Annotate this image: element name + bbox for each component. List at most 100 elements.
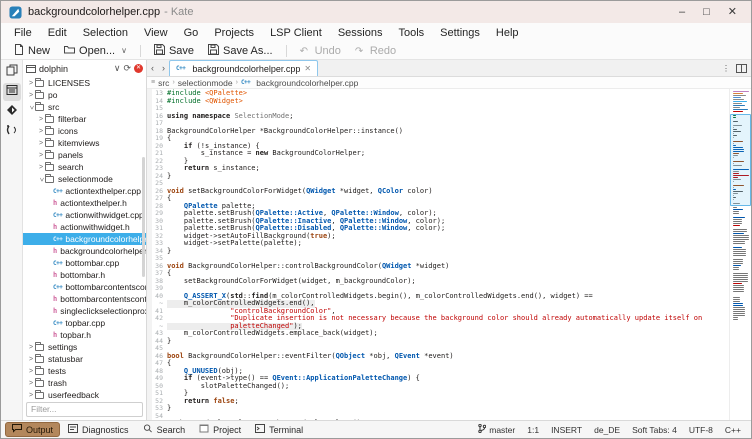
menu-view[interactable]: View <box>137 25 175 41</box>
tree-scrollbar[interactable] <box>142 157 145 277</box>
minimap-viewport[interactable] <box>730 114 751 206</box>
tree-row-topbar-h[interactable]: htopbar.h <box>23 329 146 341</box>
breadcrumb-item[interactable]: src <box>158 78 169 88</box>
status-utf-8[interactable]: UTF-8 <box>689 425 713 435</box>
menu-help[interactable]: Help <box>489 25 526 41</box>
chevron-right-icon[interactable]: > <box>27 80 35 87</box>
close-project-icon[interactable]: ✕ <box>134 64 143 73</box>
tree-row-settings[interactable]: >settings <box>23 341 146 353</box>
tree-row-actionwithwidget-h[interactable]: hactionwithwidget.h <box>23 221 146 233</box>
status-master[interactable]: master <box>478 424 515 435</box>
tree-row-userfeedback[interactable]: >userfeedback <box>23 389 146 400</box>
chevron-right-icon[interactable]: > <box>37 140 45 147</box>
tree-row-bottombar-cpp[interactable]: C++bottombar.cpp <box>23 257 146 269</box>
split-view-icon[interactable] <box>736 64 747 73</box>
more-options-icon[interactable]: ⋮ <box>722 64 730 73</box>
toolview-diagnostics-button[interactable]: Diagnostics <box>62 422 135 437</box>
tree-row-search[interactable]: >search <box>23 161 146 173</box>
chevron-right-icon[interactable]: > <box>27 392 35 399</box>
filter-input[interactable]: Filter... <box>26 402 143 417</box>
status-c-[interactable]: C++ <box>725 425 741 435</box>
menu-lsp-client[interactable]: LSP Client <box>263 25 329 41</box>
tree-row-actiontexthelper-h[interactable]: hactiontexthelper.h <box>23 197 146 209</box>
chevron-right-icon[interactable]: > <box>27 344 35 351</box>
minimize-button[interactable]: – <box>679 1 685 23</box>
tree-row-po[interactable]: >po <box>23 89 146 101</box>
tree-row-actiontexthelper-cpp[interactable]: C++actiontexthelper.cpp <box>23 185 146 197</box>
tree-row-kitemviews[interactable]: >kitemviews <box>23 137 146 149</box>
project-select[interactable]: dolphin <box>39 64 111 74</box>
tree-row-bottombarcontentscont-[interactable]: C++bottombarcontentscont... <box>23 281 146 293</box>
toolview-lsp-client-button[interactable] <box>3 123 21 141</box>
toolview-projects-button[interactable] <box>3 83 21 101</box>
toolview-search-button[interactable]: Search <box>137 422 192 437</box>
tree-row-src[interactable]: >src <box>23 101 146 113</box>
breadcrumb-item[interactable]: backgroundcolorhelper.cpp <box>256 78 358 88</box>
tree-row-statusbar[interactable]: >statusbar <box>23 353 146 365</box>
toolview-project-button[interactable]: Project <box>193 422 247 437</box>
tree-row-licenses[interactable]: >LICENSES <box>23 77 146 89</box>
menu-selection[interactable]: Selection <box>76 25 135 41</box>
chevron-right-icon[interactable]: > <box>37 164 45 171</box>
tab-backgroundcolorhelper[interactable]: C++ backgroundcolorhelper.cpp ✕ <box>169 60 318 76</box>
chevron-right-icon[interactable]: > <box>27 92 35 99</box>
tree-row-trash[interactable]: >trash <box>23 377 146 389</box>
menu-settings[interactable]: Settings <box>433 25 487 41</box>
titlebar[interactable]: backgroundcolorhelper.cpp - Kate – □ ✕ <box>1 1 751 23</box>
tree-row-actionwithwidget-cpp[interactable]: C++actionwithwidget.cpp <box>23 209 146 221</box>
chevron-down-icon[interactable]: > <box>28 103 35 111</box>
chevron-right-icon[interactable]: > <box>27 356 35 363</box>
toolview-terminal-button[interactable]: Terminal <box>249 422 309 437</box>
tree-row-filterbar[interactable]: >filterbar <box>23 113 146 125</box>
tree-row-backgroundcolorhelper-h[interactable]: hbackgroundcolorhelper.h <box>23 245 146 257</box>
toolview-output-button[interactable]: Output <box>5 422 60 437</box>
status-de-de[interactable]: de_DE <box>594 425 620 435</box>
toolbar-button-label: Undo <box>315 45 341 57</box>
breadcrumb-doc-icon[interactable]: ≡ <box>151 79 155 86</box>
code-area[interactable]: 13#include <QPalette>14#include <QWidget… <box>147 89 751 420</box>
menu-sessions[interactable]: Sessions <box>331 25 390 41</box>
tree-row-backgroundcolorhelper-c-[interactable]: C++backgroundcolorhelper.c... <box>23 233 146 245</box>
chevron-right-icon[interactable]: > <box>27 380 35 387</box>
tree-row-topbar-cpp[interactable]: C++topbar.cpp <box>23 317 146 329</box>
menu-projects[interactable]: Projects <box>207 25 261 41</box>
chevron-right-icon[interactable]: > <box>37 116 45 123</box>
tree-row-selectionmode[interactable]: >selectionmode <box>23 173 146 185</box>
tree-row-tests[interactable]: >tests <box>23 365 146 377</box>
save-button[interactable]: Save <box>148 43 200 59</box>
menu-edit[interactable]: Edit <box>41 25 74 41</box>
next-document-icon[interactable]: › <box>162 63 165 73</box>
chevron-right-icon[interactable]: > <box>37 152 45 159</box>
open-button[interactable]: Open...∨ <box>58 43 133 59</box>
chevron-down-icon[interactable]: ∨ <box>121 46 127 55</box>
tree-row-bottombar-h[interactable]: hbottombar.h <box>23 269 146 281</box>
maximize-button[interactable]: □ <box>703 1 710 23</box>
status-1-1[interactable]: 1:1 <box>527 425 539 435</box>
chevron-right-icon[interactable]: > <box>27 368 35 375</box>
tree-row-panels[interactable]: >panels <box>23 149 146 161</box>
status-soft-tabs-4[interactable]: Soft Tabs: 4 <box>632 425 677 435</box>
chevron-down-icon[interactable]: ∨ <box>114 63 121 74</box>
menu-go[interactable]: Go <box>177 25 206 41</box>
status-insert[interactable]: INSERT <box>551 425 582 435</box>
tab-close-icon[interactable]: ✕ <box>304 64 311 73</box>
tree-row-bottombarcontentscont-[interactable]: hbottombarcontentscont... <box>23 293 146 305</box>
new-button[interactable]: New <box>7 43 56 59</box>
close-button[interactable]: ✕ <box>728 1 737 23</box>
menu-file[interactable]: File <box>7 25 39 41</box>
cpp-file-icon: C++ <box>53 260 62 267</box>
toolview-documents-button[interactable] <box>3 63 21 81</box>
prev-document-icon[interactable]: ‹ <box>151 63 154 73</box>
toolview-symbols-button[interactable] <box>3 103 21 121</box>
chevron-right-icon[interactable]: > <box>37 128 45 135</box>
menu-tools[interactable]: Tools <box>391 25 431 41</box>
minimap-row <box>733 319 738 320</box>
tree-row-icons[interactable]: >icons <box>23 125 146 137</box>
breadcrumb-separator-icon: › <box>172 79 174 86</box>
refresh-icon[interactable]: ⟳ <box>123 63 131 74</box>
chevron-down-icon[interactable]: > <box>38 175 45 183</box>
minimap-scrollbar[interactable] <box>729 89 751 420</box>
save-as-button[interactable]: Save As... <box>202 43 279 59</box>
tree-row-singleclickselectionproxy-[interactable]: hsingleclickselectionproxy... <box>23 305 146 317</box>
breadcrumb-item[interactable]: selectionmode <box>178 78 233 88</box>
